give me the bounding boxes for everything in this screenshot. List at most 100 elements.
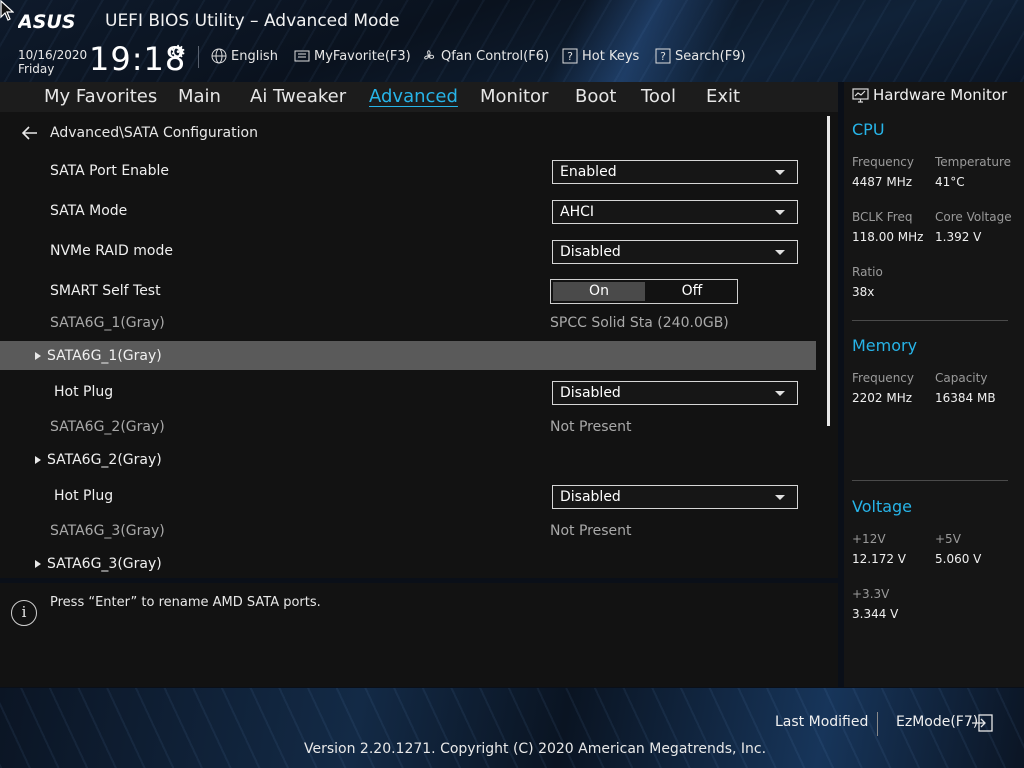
sata1-info-value: SPCC Solid Sta (240.0GB) [550,315,729,331]
memory-capacity-value: 16384 MB [935,391,996,405]
expand-arrow-icon [35,560,41,568]
smart-self-test-label: SMART Self Test [50,283,161,299]
v12-label: +12V [852,532,886,546]
toggle-on-option[interactable]: On [553,282,645,301]
v33-label: +3.3V [852,587,890,601]
help-text: Press “Enter” to rename AMD SATA ports. [50,595,321,610]
tab-tool[interactable]: Tool [641,86,676,107]
sata3-info-value: Not Present [550,523,632,539]
footer-divider [877,712,878,736]
sata-mode-label: SATA Mode [50,203,128,219]
chevron-down-icon [775,250,785,255]
sata2-hotplug-select[interactable]: Disabled [552,485,798,509]
sata-mode-value: AHCI [560,204,595,220]
v12-value: 12.172 V [852,552,907,566]
header-divider [198,46,199,68]
search-button[interactable]: ? Search(F9) [655,47,746,65]
sata3-group-label: SATA6G_3(Gray) [47,556,162,572]
sata1-group-expander[interactable]: SATA6G_1(Gray) [35,348,162,364]
help-panel: i Press “Enter” to rename AMD SATA ports… [0,583,838,687]
myfavorite-label: MyFavorite(F3) [314,48,411,64]
cpu-temperature-value: 41°C [935,175,965,189]
qfan-control-button[interactable]: Qfan Control(F6) [421,47,549,65]
tab-advanced[interactable]: Advanced [369,86,458,107]
memory-frequency-value: 2202 MHz [852,391,913,405]
nvme-raid-select[interactable]: Disabled [552,240,798,264]
info-icon: i [11,600,37,626]
sata1-hotplug-select[interactable]: Disabled [552,381,798,405]
tab-ai-tweaker[interactable]: Ai Tweaker [250,86,346,107]
myfavorite-button[interactable]: MyFavorite(F3) [294,47,411,65]
sata2-info-value: Not Present [550,419,632,435]
memory-capacity-label: Capacity [935,371,988,385]
cpu-frequency-value: 4487 MHz [852,175,913,189]
question-icon: ? [655,48,671,64]
expand-arrow-icon [35,352,41,360]
breadcrumb-path: Advanced\SATA Configuration [50,125,258,141]
sata-port-enable-value: Enabled [560,164,617,180]
tab-boot[interactable]: Boot [575,86,616,107]
bclk-value: 118.00 MHz [852,230,924,244]
v5-label: +5V [935,532,961,546]
chevron-down-icon [775,391,785,396]
ratio-label: Ratio [852,265,883,279]
sata3-group-expander[interactable]: SATA6G_3(Gray) [35,556,162,572]
ezmode-button[interactable]: EzMode(F7) [896,714,978,730]
ratio-value: 38x [852,285,875,299]
expand-arrow-icon [35,456,41,464]
language-label: English [231,48,278,64]
sata2-group-label: SATA6G_2(Gray) [47,452,162,468]
day-text: Friday [18,62,55,76]
sata1-hotplug-label: Hot Plug [54,384,114,400]
language-button[interactable]: English [211,47,278,65]
section-divider [852,320,1008,321]
sata2-group-expander[interactable]: SATA6G_2(Gray) [35,452,162,468]
chevron-down-icon [775,495,785,500]
hardware-monitor-title-text: Hardware Monitor [873,86,1008,104]
sata2-hotplug-label: Hot Plug [54,488,114,504]
last-modified-button[interactable]: Last Modified [775,714,868,730]
section-divider [852,480,1008,481]
v33-value: 3.344 V [852,607,899,621]
smart-self-test-toggle[interactable]: On Off [550,279,738,304]
ezmode-exit-icon[interactable] [971,714,993,732]
hot-keys-button[interactable]: ? Hot Keys [562,47,639,65]
search-label: Search(F9) [675,48,746,64]
asus-logo-icon: ASUS [16,11,76,33]
sata-port-enable-label: SATA Port Enable [50,163,170,179]
tab-my-favorites[interactable]: My Favorites [44,86,157,107]
sata-mode-select[interactable]: AHCI [552,200,798,224]
tab-monitor[interactable]: Monitor [480,86,548,107]
hardware-monitor-panel: Hardware Monitor CPU Frequency 4487 MHz … [844,82,1024,687]
clock-settings-gear-icon[interactable]: ⚙ [170,42,186,63]
back-arrow-icon[interactable] [22,126,38,140]
fan-icon [424,50,435,60]
cpu-frequency-label: Frequency [852,155,914,169]
monitor-icon [852,87,869,103]
v5-value: 5.060 V [935,552,982,566]
memory-section-title: Memory [852,336,918,355]
globe-icon [211,48,227,64]
svg-text:?: ? [660,50,666,63]
sata1-info-label: SATA6G_1(Gray) [50,315,165,331]
scrollbar[interactable] [827,116,830,426]
sata2-info-label: SATA6G_2(Gray) [50,419,165,435]
favorite-icon [294,50,310,62]
tab-main[interactable]: Main [178,86,221,107]
hot-keys-label: Hot Keys [582,48,640,64]
sata-port-enable-select[interactable]: Enabled [552,160,798,184]
qfan-control-label: Qfan Control(F6) [441,48,550,64]
nvme-raid-value: Disabled [560,244,621,260]
cpu-temperature-label: Temperature [935,155,1012,169]
core-voltage-label: Core Voltage [935,210,1012,224]
voltage-section-title: Voltage [852,497,913,516]
svg-text:?: ? [567,50,573,63]
breadcrumb: Advanced\SATA Configuration [22,125,258,141]
sata1-hotplug-value: Disabled [560,385,621,401]
nvme-raid-label: NVMe RAID mode [50,243,173,259]
svg-text:ASUS: ASUS [18,11,76,32]
hardware-monitor-title: Hardware Monitor [852,86,1007,104]
tab-exit[interactable]: Exit [706,86,740,107]
core-voltage-value: 1.392 V [935,230,982,244]
toggle-off-option[interactable]: Off [647,280,737,303]
